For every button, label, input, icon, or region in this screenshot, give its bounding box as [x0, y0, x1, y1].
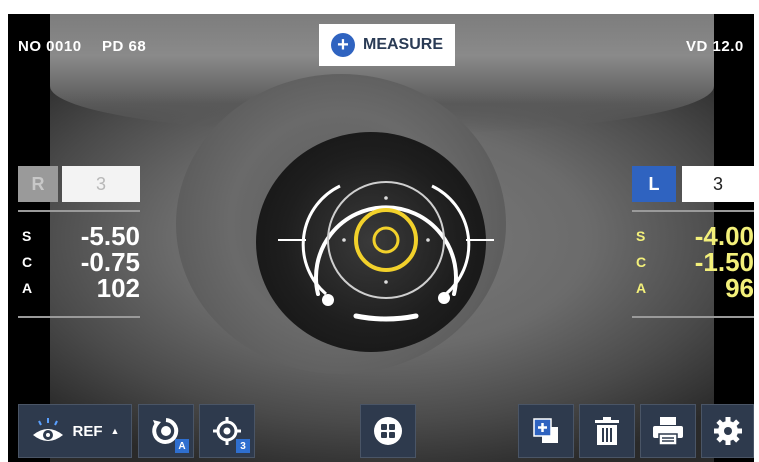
print-button[interactable]	[640, 404, 696, 458]
right-sphere-row: S -5.50	[22, 221, 140, 251]
target-count-button[interactable]: 3	[199, 404, 255, 458]
left-eye-values: S -4.00 C -1.50 A 96	[634, 221, 754, 304]
vd-label: VD	[686, 38, 708, 55]
left-eye-count: 3	[682, 166, 754, 202]
plus-icon: +	[330, 33, 355, 57]
add-data-button[interactable]	[518, 404, 574, 458]
vd-value: 12.0	[712, 38, 744, 55]
right-divider-top	[18, 210, 140, 212]
left-eye-selector[interactable]: L	[632, 166, 676, 202]
right-cylinder-row: C -0.75	[22, 247, 140, 277]
reticle-left-arc	[301, 184, 341, 296]
reticle-right-dot	[438, 292, 450, 304]
delete-button[interactable]	[579, 404, 635, 458]
reticle-right-arc	[431, 184, 471, 296]
right-eye-label: R	[31, 173, 45, 194]
ref-label: REF	[72, 422, 103, 440]
measure-label: MEASURE	[362, 36, 443, 53]
right-eye-selector[interactable]: R	[18, 166, 58, 202]
reticle-left-dot	[322, 294, 334, 306]
gear-icon	[713, 417, 742, 445]
eye-icon	[32, 418, 63, 441]
right-eye-count: 3	[62, 166, 140, 202]
left-divider-bottom	[632, 316, 754, 318]
pd-value: 68	[128, 38, 147, 55]
menu-grid-button[interactable]	[360, 404, 416, 458]
printer-icon	[653, 417, 683, 446]
pupil-distance: PD 68	[102, 38, 146, 55]
left-eye-count-value: 3	[712, 173, 723, 194]
add-copy-icon	[533, 418, 558, 443]
right-axis-row: A 102	[22, 273, 140, 303]
settings-button[interactable]	[701, 404, 754, 458]
left-eye-label: L	[648, 173, 660, 194]
grid-menu-icon	[374, 417, 402, 445]
ref-mode-button[interactable]: REF ▲	[18, 404, 132, 458]
reticle-yellow-ring	[354, 208, 418, 272]
right-divider-bottom	[18, 316, 140, 318]
left-axis-row: A 96	[636, 273, 754, 303]
measure-button[interactable]: + MEASURE	[319, 24, 455, 66]
no-label: NO	[18, 38, 42, 55]
left-sphere-row: S -4.00	[636, 221, 754, 251]
alignment-reticle	[278, 181, 494, 322]
right-eye-values: S -5.50 C -0.75 A 102	[20, 221, 140, 304]
vertex-distance: VD 12.0	[686, 38, 744, 55]
measurement-screen: NO 0010 PD 68 VD 12.0 + MEASURE R 3 S -5…	[8, 14, 754, 462]
no-value: 0010	[46, 38, 82, 55]
left-cylinder-row: C -1.50	[636, 247, 754, 277]
target-badge: 3	[236, 439, 250, 453]
reticle-bottom-bar	[353, 313, 419, 322]
left-divider-top	[632, 210, 754, 212]
auto-measure-button[interactable]: A	[138, 404, 194, 458]
caret-up-icon: ▲	[110, 426, 120, 436]
trash-icon	[595, 417, 619, 445]
patient-number: NO 0010	[18, 38, 82, 55]
right-eye-count-value: 3	[95, 173, 106, 194]
auto-badge: A	[175, 439, 189, 453]
reticle-yellow-center	[372, 226, 400, 254]
pd-label: PD	[102, 38, 124, 55]
